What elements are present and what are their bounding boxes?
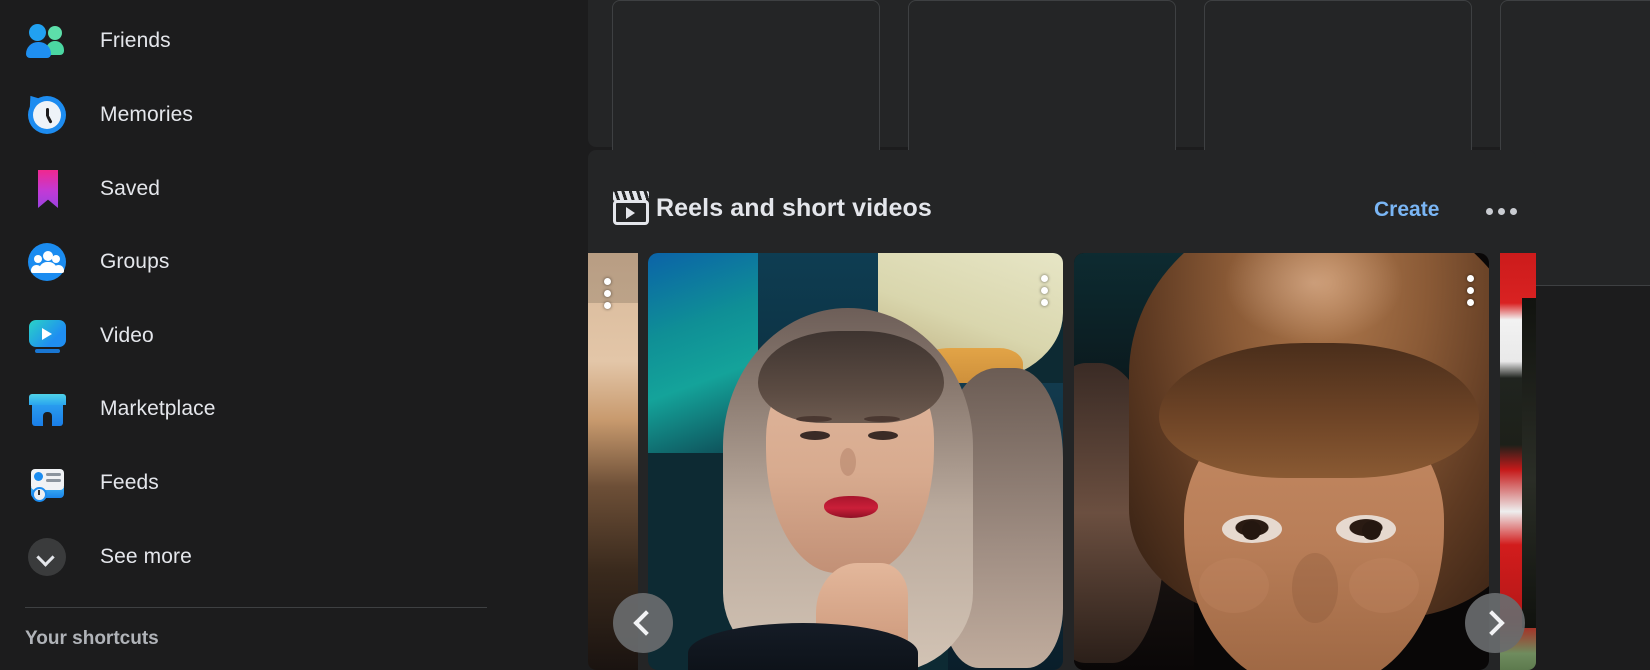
sidebar-divider xyxy=(25,607,487,608)
memories-clock-icon xyxy=(24,91,70,137)
reel-options-icon[interactable] xyxy=(604,278,612,309)
sidebar-item-friends[interactable]: Friends xyxy=(12,10,488,72)
sidebar-item-label: Video xyxy=(100,324,154,347)
reels-next-button[interactable] xyxy=(1465,593,1525,653)
sidebar-item-video[interactable]: Video xyxy=(12,305,488,367)
reels-carousel xyxy=(588,253,1536,670)
chevron-right-icon xyxy=(1479,610,1505,636)
reels-header: Reels and short videos Create xyxy=(588,150,1536,268)
sidebar-item-label: Saved xyxy=(100,177,161,200)
sidebar-item-groups[interactable]: Groups xyxy=(12,231,488,293)
chevron-left-icon xyxy=(633,610,659,636)
create-reel-link[interactable]: Create xyxy=(1374,198,1439,222)
facebook-home-page: Friends Memories Saved Groups Video Mark… xyxy=(0,0,1650,670)
reel-thumbnail-image xyxy=(1074,253,1489,670)
sidebar-item-feeds[interactable]: Feeds xyxy=(12,452,488,514)
reel-thumbnail-image xyxy=(648,253,1063,670)
groups-icon xyxy=(26,240,70,284)
reels-prev-button[interactable] xyxy=(613,593,673,653)
sidebar-item-marketplace[interactable]: Marketplace xyxy=(12,378,488,440)
reels-card: Reels and short videos Create xyxy=(588,150,1536,670)
bookmark-icon xyxy=(26,167,70,211)
reel-thumbnail[interactable] xyxy=(648,253,1063,670)
sidebar-item-label: Memories xyxy=(100,103,193,126)
sidebar-item-memories[interactable]: Memories xyxy=(12,84,488,146)
sidebar-item-label: Groups xyxy=(100,250,170,273)
sidebar-item-see-more[interactable]: See more xyxy=(12,526,488,588)
sidebar-item-label: Marketplace xyxy=(100,397,216,420)
sidebar-item-saved[interactable]: Saved xyxy=(12,158,488,220)
left-sidebar: Friends Memories Saved Groups Video Mark… xyxy=(0,0,588,670)
marketplace-storefront-icon xyxy=(26,387,70,431)
sidebar-item-label: Friends xyxy=(100,29,171,52)
sidebar-item-label: See more xyxy=(100,545,192,568)
reels-clapperboard-icon xyxy=(613,191,649,225)
feed-column: Add friend Add friend xyxy=(588,0,1650,670)
chevron-down-icon xyxy=(26,535,70,579)
feeds-icon xyxy=(26,461,70,505)
people-you-may-know-card: Add friend Add friend xyxy=(588,0,1650,286)
sidebar-item-label: Feeds xyxy=(100,471,159,494)
reels-more-options-icon[interactable] xyxy=(1486,200,1522,222)
reel-options-icon[interactable] xyxy=(1467,275,1475,306)
friends-icon xyxy=(26,19,70,63)
sidebar-section-heading: Your shortcuts xyxy=(25,628,159,649)
video-play-icon xyxy=(26,314,70,358)
reels-title: Reels and short videos xyxy=(656,194,932,222)
reel-options-icon[interactable] xyxy=(1041,275,1049,306)
reel-thumbnail[interactable] xyxy=(1074,253,1489,670)
